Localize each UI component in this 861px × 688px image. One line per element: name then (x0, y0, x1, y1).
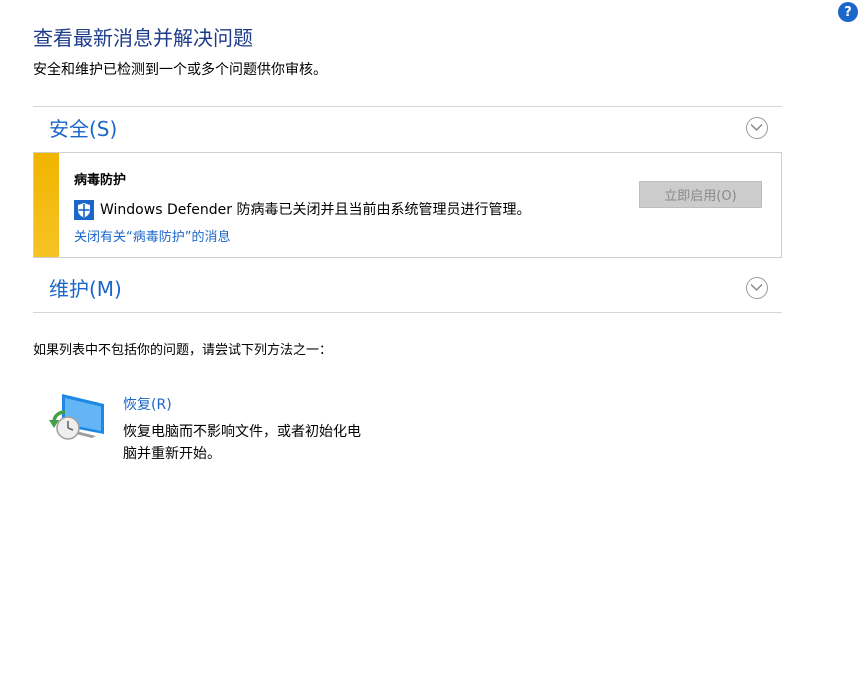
alert-message: Windows Defender 防病毒已关闭并且当前由系统管理员进行管理。 (74, 199, 530, 221)
security-maintenance-page: ? 查看最新消息并解决问题 安全和维护已检测到一个或多个问题供你审核。 安全(S… (0, 0, 861, 688)
page-title: 查看最新消息并解决问题 (33, 26, 253, 50)
alert-message-text: Windows Defender 防病毒已关闭并且当前由系统管理员进行管理。 (100, 202, 531, 218)
recovery-link[interactable]: 恢复(R) (123, 395, 172, 415)
recovery-pc-icon (49, 394, 104, 440)
maintenance-section-header[interactable]: 维护(M) (33, 267, 782, 311)
recovery-option: 恢复(R) 恢复电脑而不影响文件，或者初始化电脑并重新开始。 (48, 390, 368, 470)
alert-title: 病毒防护 (74, 173, 127, 188)
maintenance-section-title: 维护(M) (49, 277, 122, 301)
hint-text: 如果列表中不包括你的问题，请尝试下列方法之一： (33, 343, 333, 358)
security-section-header[interactable]: 安全(S) (33, 107, 782, 151)
help-button[interactable]: ? (838, 2, 858, 22)
virus-protection-alert: 病毒防护 Windows Defender 防病毒已关闭并且当前由系统管理员进行… (33, 152, 782, 258)
shield-icon (74, 200, 94, 220)
chevron-down-icon[interactable] (746, 277, 768, 299)
alert-stripe (34, 153, 59, 257)
dismiss-virus-message-link[interactable]: 关闭有关“病毒防护”的消息 (74, 229, 230, 247)
chevron-down-icon[interactable] (746, 117, 768, 139)
help-icon: ? (844, 4, 852, 20)
divider (33, 312, 782, 313)
security-section-title: 安全(S) (49, 117, 118, 141)
recovery-description: 恢复电脑而不影响文件，或者初始化电脑并重新开始。 (123, 424, 361, 462)
turn-on-now-button[interactable]: 立即启用(O) (639, 181, 762, 208)
page-subtitle: 安全和维护已检测到一个或多个问题供你审核。 (33, 62, 327, 78)
